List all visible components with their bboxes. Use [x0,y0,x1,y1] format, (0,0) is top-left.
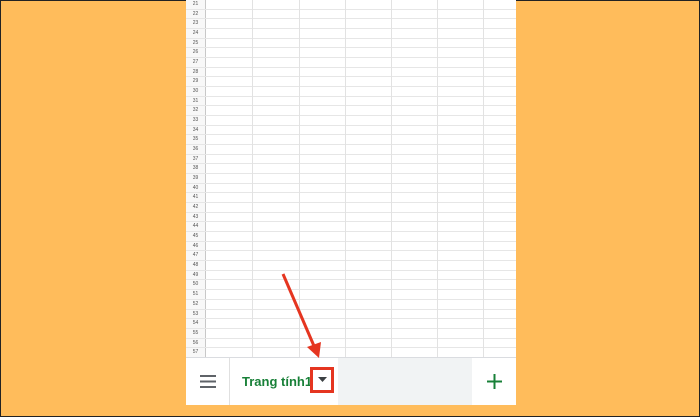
sheet-row[interactable]: 52 [186,299,516,310]
row-number[interactable]: 55 [186,328,206,338]
sheet-row[interactable]: 41 [186,193,516,204]
row-number[interactable]: 45 [186,232,206,241]
sheet-row[interactable]: 21 [186,0,516,10]
column-divider [252,0,253,357]
row-number[interactable]: 54 [186,319,206,328]
row-number[interactable]: 46 [186,241,206,251]
sheet-row[interactable]: 31 [186,96,516,107]
sheet-row[interactable]: 37 [186,154,516,165]
column-divider [299,0,300,357]
sheet-row[interactable]: 33 [186,116,516,126]
row-number[interactable]: 22 [186,9,206,19]
row-number[interactable]: 43 [186,212,206,222]
row-number[interactable]: 49 [186,270,206,280]
row-number[interactable]: 27 [186,58,206,67]
row-number[interactable]: 39 [186,174,206,183]
add-sheet-button[interactable] [472,358,516,405]
sheet-tab-bar: Trang tính1 [186,357,516,405]
sheet-row[interactable]: 49 [186,270,516,281]
row-number[interactable]: 24 [186,29,206,38]
sheet-row[interactable]: 36 [186,145,516,155]
row-number[interactable]: 29 [186,77,206,87]
row-number[interactable]: 40 [186,183,206,193]
row-number[interactable]: 35 [186,135,206,145]
row-number[interactable]: 37 [186,154,206,164]
row-number[interactable]: 32 [186,106,206,116]
column-divider [437,0,438,357]
row-number[interactable]: 52 [186,299,206,309]
row-number[interactable]: 25 [186,38,206,48]
sheet-row[interactable]: 38 [186,164,516,175]
tab-strip-empty-area [338,358,472,405]
spreadsheet-grid[interactable]: 21 22 23 24 25 26 27 28 29 30 31 32 33 34 35 36 37 38 39 40… [186,0,516,357]
sheet-row[interactable]: 35 [186,135,516,146]
sheet-row[interactable]: 22 [186,9,516,20]
caret-down-icon [317,377,327,382]
hamburger-menu-icon [199,375,216,388]
sheet-row[interactable]: 39 [186,174,516,184]
sheet-tab-label: Trang tính1 [242,374,313,389]
row-number[interactable]: 34 [186,125,206,135]
sheet-row[interactable]: 53 [186,309,516,320]
sheet-row[interactable]: 56 [186,338,516,349]
row-number[interactable]: 51 [186,290,206,299]
row-number[interactable]: 23 [186,19,206,29]
sheet-row[interactable]: 45 [186,232,516,242]
row-number[interactable]: 31 [186,96,206,106]
row-number[interactable]: 47 [186,251,206,261]
sheet-row[interactable]: 34 [186,125,516,136]
sheet-row[interactable]: 29 [186,77,516,88]
sheet-row[interactable]: 23 [186,19,516,30]
row-number[interactable]: 28 [186,67,206,77]
row-number[interactable]: 36 [186,145,206,154]
sheet-row[interactable]: 57 [186,348,516,357]
sheet-row[interactable]: 32 [186,106,516,117]
sheet-row[interactable]: 47 [186,251,516,262]
column-divider [345,0,346,357]
phone-screen: 21 22 23 24 25 26 27 28 29 30 31 32 33 34 35 36 37 38 39 40… [186,0,516,405]
row-number[interactable]: 38 [186,164,206,174]
sheet-row[interactable]: 43 [186,212,516,223]
sheet-row[interactable]: 25 [186,38,516,49]
row-number[interactable]: 41 [186,193,206,203]
row-number[interactable]: 33 [186,116,206,125]
row-number[interactable]: 50 [186,280,206,290]
row-number[interactable]: 30 [186,87,206,96]
row-number[interactable]: 48 [186,261,206,270]
sheet-row[interactable]: 28 [186,67,516,78]
row-number[interactable]: 21 [186,0,206,9]
sheet-row[interactable]: 55 [186,328,516,339]
sheet-row[interactable]: 44 [186,222,516,233]
sheet-row[interactable]: 27 [186,58,516,68]
sheet-row[interactable]: 51 [186,290,516,300]
sheet-options-dropdown-button[interactable] [310,367,334,393]
sheet-row[interactable]: 30 [186,87,516,97]
sheet-row[interactable]: 54 [186,319,516,329]
row-number[interactable]: 56 [186,338,206,348]
plus-icon [486,374,502,389]
sheet-row[interactable]: 46 [186,241,516,252]
sheet-row[interactable]: 50 [186,280,516,291]
column-divider [483,0,484,357]
row-number[interactable]: 57 [186,348,206,357]
sheet-row[interactable]: 48 [186,261,516,271]
sheet-row[interactable]: 42 [186,203,516,213]
sheet-row[interactable]: 24 [186,29,516,39]
row-number[interactable]: 44 [186,222,206,232]
column-divider [391,0,392,357]
sheet-row[interactable]: 40 [186,183,516,194]
row-number[interactable]: 53 [186,309,206,319]
sheet-list-button[interactable] [186,358,230,405]
row-number[interactable]: 26 [186,48,206,58]
row-number[interactable]: 42 [186,203,206,212]
sheet-row[interactable]: 26 [186,48,516,59]
